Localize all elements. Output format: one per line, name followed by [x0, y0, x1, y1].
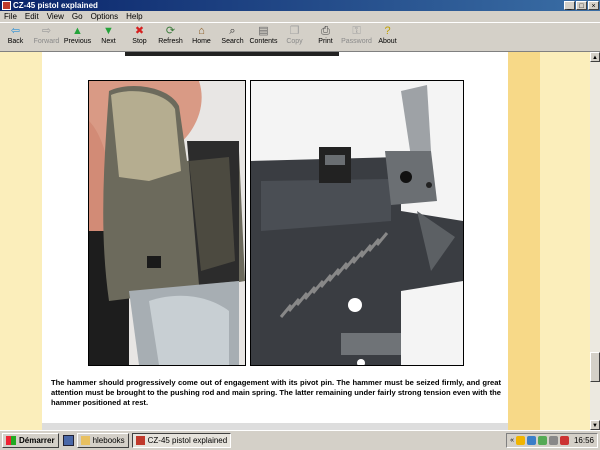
antivirus-icon[interactable]: [559, 436, 569, 445]
scroll-thumb[interactable]: [590, 352, 600, 382]
maximize-button[interactable]: □: [576, 1, 587, 10]
start-button[interactable]: Démarrer: [2, 433, 59, 448]
stop-label: Stop: [132, 38, 147, 45]
toolbar: ⇦ Back ⇨ Forward ▲ Previous ▼ Next ✖ Stop ⟳ Re…: [0, 23, 600, 52]
start-label: Démarrer: [19, 436, 55, 445]
folder-icon: [80, 436, 90, 445]
tray-expand-icon[interactable]: «: [510, 437, 514, 444]
print-label: Print: [318, 38, 333, 45]
next-button[interactable]: ▼ Next: [93, 23, 124, 50]
next-label: Next: [101, 38, 116, 45]
home-icon: ⌂: [198, 25, 205, 37]
menu-options[interactable]: Options: [87, 12, 123, 21]
volume-icon[interactable]: [548, 436, 558, 445]
taskbar-label-hlebooks: hlebooks: [92, 436, 125, 445]
menu-file[interactable]: File: [0, 12, 21, 21]
password-button[interactable]: ⚿ Password: [341, 23, 372, 50]
menu-bar: File Edit View Go Options Help: [0, 11, 600, 23]
photo-caption: The hammer should progressively come out…: [51, 378, 501, 407]
back-button[interactable]: ⇦ Back: [0, 23, 31, 50]
menu-edit[interactable]: Edit: [21, 12, 43, 21]
up-arrow-icon: ▲: [72, 25, 83, 37]
print-icon: ⎙: [321, 25, 330, 37]
about-label: About: [378, 38, 397, 45]
taskbar: Démarrer hlebooks CZ-45 pistol explained…: [0, 430, 600, 450]
taskbar-button-cz45[interactable]: CZ-45 pistol explained: [131, 433, 232, 448]
search-icon: ⌕: [229, 25, 236, 37]
spring-frame-photo: [250, 80, 464, 366]
close-button[interactable]: ×: [588, 1, 599, 10]
sidebar-stripe: [508, 52, 540, 430]
stop-button[interactable]: ✖ Stop: [124, 23, 155, 50]
refresh-label: Refresh: [158, 38, 183, 45]
search-label: Search: [221, 38, 244, 45]
app-icon: [2, 1, 11, 10]
back-arrow-icon: ⇦: [10, 25, 21, 37]
vertical-scrollbar[interactable]: ▲ ▼: [590, 52, 600, 430]
about-button[interactable]: ? About: [372, 23, 403, 50]
previous-button[interactable]: ▲ Previous: [62, 23, 93, 50]
taskbar-label-cz45: CZ-45 pistol explained: [147, 436, 228, 445]
window-titlebar[interactable]: CZ-45 pistol explained _ □ ×: [0, 0, 600, 11]
copy-button[interactable]: ❐ Copy: [279, 23, 310, 50]
window-title: CZ-45 pistol explained: [13, 1, 98, 10]
book-icon: [135, 436, 145, 445]
forward-arrow-icon: ⇨: [41, 25, 52, 37]
contents-button[interactable]: ▤ Contents: [248, 23, 279, 50]
network-icon[interactable]: [526, 436, 536, 445]
search-button[interactable]: ⌕ Search: [217, 23, 248, 50]
tray-app-icon[interactable]: [515, 436, 525, 445]
forward-label: Forward: [33, 38, 60, 45]
contents-label: Contents: [249, 38, 278, 45]
windows-logo-icon: [6, 436, 16, 445]
back-label: Back: [7, 38, 24, 45]
page-bottom-bar: [42, 423, 508, 430]
stop-icon: ✖: [134, 25, 145, 37]
quick-launch-icon[interactable]: [62, 435, 74, 446]
home-button[interactable]: ⌂ Home: [186, 23, 217, 50]
print-button[interactable]: ⎙ Print: [310, 23, 341, 50]
refresh-button[interactable]: ⟳ Refresh: [155, 23, 186, 50]
password-label: Password: [341, 38, 372, 45]
menu-go[interactable]: Go: [68, 12, 87, 21]
clock[interactable]: 16:56: [574, 436, 594, 445]
security-icon[interactable]: [537, 436, 547, 445]
page-margin-right: [540, 52, 590, 430]
contents-icon: ▤: [258, 25, 269, 37]
home-label: Home: [192, 38, 211, 45]
previous-label: Previous: [63, 38, 92, 45]
minimize-button[interactable]: _: [564, 1, 575, 10]
down-arrow-icon: ▼: [103, 25, 114, 37]
forward-button[interactable]: ⇨ Forward: [31, 23, 62, 50]
copy-label: Copy: [286, 38, 303, 45]
scroll-up-button[interactable]: ▲: [590, 52, 600, 62]
previous-photo-edge: [125, 52, 339, 56]
content-area[interactable]: The hammer should progressively come out…: [0, 52, 590, 430]
key-icon: ⚿: [352, 25, 361, 37]
system-tray: « 16:56: [506, 433, 598, 448]
page-margin-left: [0, 52, 42, 430]
refresh-icon: ⟳: [165, 25, 176, 37]
hammer-photo: [88, 80, 246, 366]
menu-view[interactable]: View: [43, 12, 68, 21]
copy-icon: ❐: [289, 25, 300, 37]
about-icon: ?: [384, 25, 391, 37]
document-page: The hammer should progressively come out…: [42, 52, 508, 430]
scroll-down-button[interactable]: ▼: [590, 420, 600, 430]
menu-help[interactable]: Help: [122, 12, 146, 21]
taskbar-button-hlebooks[interactable]: hlebooks: [76, 433, 129, 448]
